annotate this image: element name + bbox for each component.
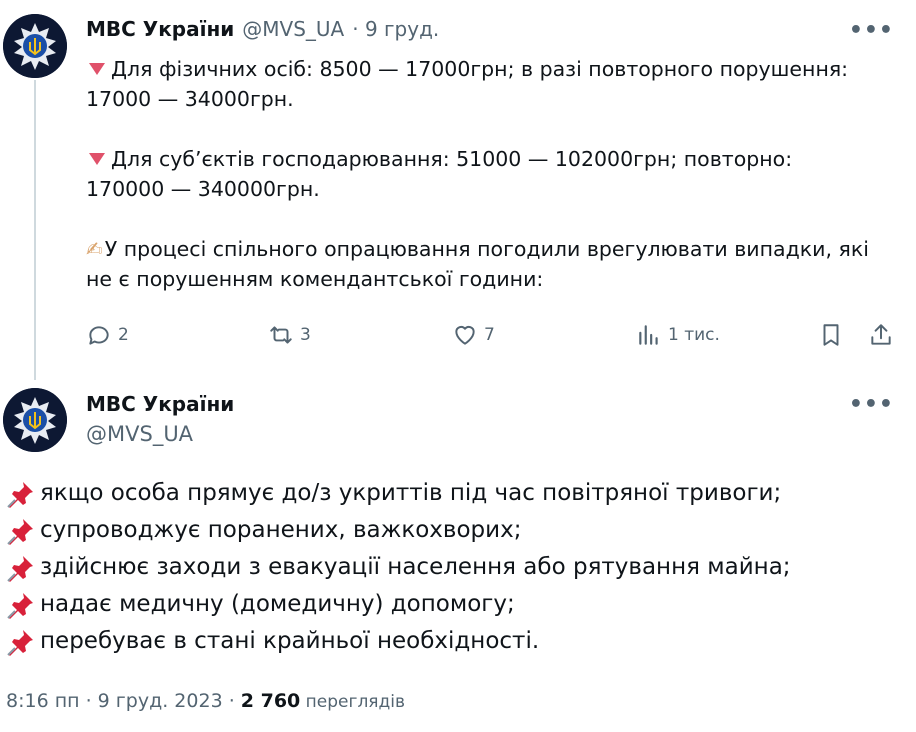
repost-button[interactable]: 3 bbox=[268, 322, 311, 348]
list-item-text: якщо особа прямує до/з укриттів під час … bbox=[40, 480, 782, 506]
more-options-button[interactable]: ••• bbox=[849, 18, 894, 43]
share-icon bbox=[871, 324, 891, 345]
tweet-text: якщо особа прямує до/з укриттів під час … bbox=[6, 475, 906, 660]
text-span: У процесі спільного опрацювання погодили… bbox=[104, 237, 869, 261]
author-name[interactable]: МВС України bbox=[86, 17, 234, 41]
text-line: Для фізичних осіб: 8500 — 17000грн; в ра… bbox=[86, 54, 896, 84]
more-options-button[interactable]: ••• bbox=[849, 392, 894, 417]
tweet-metadata: 8:16 пп · 9 груд. 2023 · 2 760 перегляді… bbox=[6, 690, 405, 712]
list-item: здійснює заходи з евакуації населення аб… bbox=[6, 549, 906, 586]
text-span: Для фізичних осіб: 8500 — 17000грн; в ра… bbox=[111, 57, 849, 81]
list-item: надає медичну (домедичну) допомогу; bbox=[6, 586, 906, 623]
list-item: якщо особа прямує до/з укриттів під час … bbox=[6, 475, 906, 512]
text-line: Для суб’єктів господарювання: 51000 — 10… bbox=[86, 144, 896, 174]
views-label: переглядів bbox=[300, 692, 406, 712]
like-button[interactable]: 7 bbox=[452, 322, 495, 348]
list-item-text: надає медичну (домедичну) допомогу; bbox=[40, 591, 515, 617]
repost-count: 3 bbox=[300, 325, 311, 345]
share-button[interactable] bbox=[868, 322, 894, 348]
list-item: супроводжує поранених, важкохворих; bbox=[6, 512, 906, 549]
text-line: ✍У процесі спільного опрацювання погодил… bbox=[86, 234, 896, 264]
views-count: 1 тис. bbox=[668, 325, 720, 345]
avatar[interactable] bbox=[3, 388, 67, 452]
text-line: не є порушенням комендантської години: bbox=[86, 267, 544, 291]
tweet-date[interactable]: · 9 груд. bbox=[352, 17, 439, 41]
writing-hand-icon: ✍ bbox=[86, 237, 103, 261]
red-triangle-icon bbox=[89, 153, 105, 165]
text-line: 17000 — 34000грн. bbox=[86, 87, 294, 111]
pushpin-icon bbox=[7, 555, 33, 582]
bookmark-icon bbox=[823, 324, 839, 346]
author-handle[interactable]: @MVS_UA bbox=[86, 418, 234, 450]
bookmark-button[interactable] bbox=[818, 322, 844, 348]
reply-count: 2 bbox=[118, 325, 129, 345]
avatar[interactable] bbox=[3, 14, 67, 78]
views-button[interactable]: 1 тис. bbox=[636, 322, 720, 348]
text-line: 170000 — 340000грн. bbox=[86, 177, 320, 201]
mvs-logo-icon bbox=[3, 14, 67, 78]
mvs-logo-icon bbox=[3, 388, 67, 452]
list-item-text: перебуває в стані крайньої необхідності. bbox=[40, 628, 540, 654]
like-count: 7 bbox=[484, 325, 495, 345]
views-icon bbox=[639, 325, 658, 345]
tweet-header: МВС України @MVS_UA bbox=[86, 390, 234, 450]
tweet-actions: 2 3 7 1 тис. bbox=[86, 322, 896, 352]
pushpin-icon bbox=[7, 592, 33, 619]
pushpin-icon bbox=[7, 629, 33, 656]
reply-button[interactable]: 2 bbox=[86, 322, 129, 348]
text-span: Для суб’єктів господарювання: 51000 — 10… bbox=[111, 147, 793, 171]
list-item: перебуває в стані крайньої необхідності. bbox=[6, 623, 906, 660]
repost-icon bbox=[270, 326, 292, 344]
reply-icon bbox=[89, 326, 109, 345]
list-item-text: супроводжує поранених, важкохворих; bbox=[40, 517, 522, 543]
tweet-text: Для фізичних осіб: 8500 — 17000грн; в ра… bbox=[86, 54, 896, 294]
tweet-header: МВС України @MVS_UA · 9 груд. bbox=[86, 17, 439, 41]
tweet-timestamp[interactable]: 8:16 пп · 9 груд. 2023 · bbox=[6, 690, 241, 712]
pushpin-icon bbox=[7, 518, 33, 545]
red-triangle-icon bbox=[89, 63, 105, 75]
thread-connector-line bbox=[34, 80, 36, 380]
list-item-text: здійснює заходи з евакуації населення аб… bbox=[40, 554, 791, 580]
like-icon bbox=[455, 325, 475, 345]
pushpin-icon bbox=[7, 481, 33, 508]
author-handle[interactable]: @MVS_UA bbox=[242, 17, 344, 41]
views-total: 2 760 bbox=[240, 690, 301, 712]
author-name[interactable]: МВС України bbox=[86, 390, 234, 418]
